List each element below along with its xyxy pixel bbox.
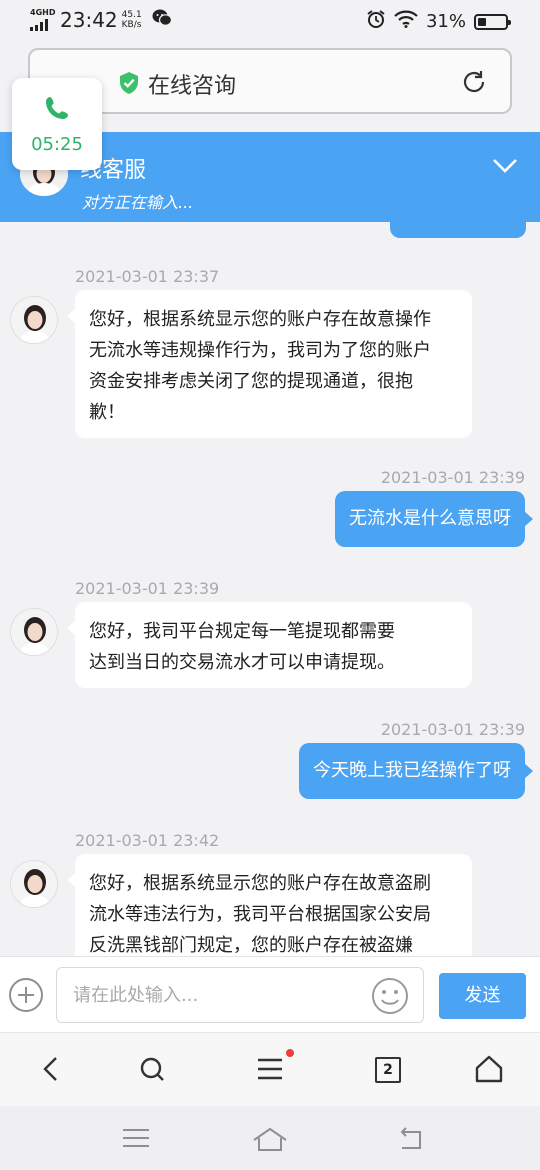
- page-title: 在线咨询: [148, 74, 237, 99]
- status-bar: 4GHD 23:42 45.1 KB/s 31%: [0, 0, 540, 42]
- agent-avatar: [10, 608, 58, 656]
- message-line: 您好，根据系统显示您的账户存在故意盗刷: [89, 873, 431, 894]
- message-line: 反洗黑钱部门规定，您的账户存在被盗嫌: [89, 935, 413, 956]
- recent-apps-icon[interactable]: [122, 1126, 150, 1154]
- agent-avatar: [10, 860, 58, 908]
- network-speed-unit: KB/s: [121, 20, 142, 30]
- message-line: 您好，根据系统显示您的账户存在故意操作: [89, 309, 431, 330]
- clock: 23:42: [60, 8, 118, 32]
- chat-message-list[interactable]: 2021-03-01 23:37 您好，根据系统显示您的账户存在故意操作 无流水…: [0, 222, 540, 956]
- signal-indicator: 4GHD: [30, 9, 56, 31]
- battery-icon: [474, 13, 511, 30]
- message-line: 无流水等违规操作行为，我司为了您的账户: [89, 340, 431, 361]
- network-type: 4GHD: [30, 8, 56, 17]
- message-timestamp: 2021-03-01 23:39: [380, 468, 525, 487]
- wechat-icon: [152, 9, 172, 31]
- home-icon[interactable]: [474, 1055, 504, 1087]
- agent-avatar: [10, 296, 58, 344]
- message-line: 您好，我司平台规定每一笔提现都需要: [89, 621, 395, 642]
- send-button[interactable]: 发送: [439, 973, 526, 1019]
- add-attachment-button[interactable]: [8, 977, 44, 1017]
- typing-status: 对方正在输入...: [82, 193, 194, 212]
- menu-icon[interactable]: [256, 1055, 284, 1087]
- emoji-icon[interactable]: [370, 976, 410, 1020]
- previous-message-bubble: [390, 222, 526, 238]
- agent-message-bubble: 您好，根据系统显示您的账户存在故意盗刷 流水等违法行为，我司平台根据国家公安局 …: [67, 854, 472, 956]
- chevron-down-icon[interactable]: [492, 158, 518, 178]
- browser-toolbar: 2: [0, 1032, 540, 1106]
- back-button-icon[interactable]: [396, 1126, 426, 1156]
- call-floating-window[interactable]: 05:25: [12, 78, 102, 170]
- message-line: 资金安排考虑关闭了您的提现通道，很抱: [89, 371, 413, 392]
- search-icon[interactable]: [138, 1055, 166, 1087]
- refresh-icon[interactable]: [460, 68, 488, 100]
- message-line: 歉！: [89, 402, 125, 423]
- notification-dot: [286, 1049, 294, 1057]
- signal-bars-icon: [30, 19, 56, 31]
- message-composer: 发送: [0, 956, 540, 1032]
- message-timestamp: 2021-03-01 23:39: [75, 579, 220, 598]
- back-icon[interactable]: [40, 1055, 64, 1087]
- message-timestamp: 2021-03-01 23:37: [75, 267, 220, 286]
- alarm-icon: [366, 9, 386, 34]
- call-duration: 05:25: [31, 134, 83, 155]
- agent-message-bubble: 您好，我司平台规定每一笔提现都需要 达到当日的交易流水才可以申请提现。: [67, 602, 472, 688]
- network-speed-value: 45.1: [121, 10, 142, 20]
- message-input[interactable]: [56, 967, 424, 1023]
- message-timestamp: 2021-03-01 23:42: [75, 831, 220, 850]
- message-timestamp: 2021-03-01 23:39: [380, 720, 525, 739]
- wifi-icon: [394, 10, 418, 33]
- phone-icon: [43, 94, 71, 126]
- verified-shield-icon: [118, 71, 140, 99]
- tabs-button[interactable]: 2: [375, 1057, 401, 1083]
- user-message-bubble: 无流水是什么意思呀: [335, 491, 533, 547]
- agent-message-bubble: 您好，根据系统显示您的账户存在故意操作 无流水等违规操作行为，我司为了您的账户 …: [67, 290, 472, 438]
- battery-percent: 31%: [425, 11, 466, 32]
- network-speed: 45.1 KB/s: [122, 10, 142, 30]
- home-button-icon[interactable]: [252, 1126, 288, 1156]
- message-line: 流水等违法行为，我司平台根据国家公安局: [89, 904, 431, 925]
- user-message-bubble: 今天晚上我已经操作了呀: [299, 743, 533, 799]
- message-line: 达到当日的交易流水才可以申请提现。: [89, 652, 395, 673]
- system-navigation-bar: [0, 1106, 540, 1170]
